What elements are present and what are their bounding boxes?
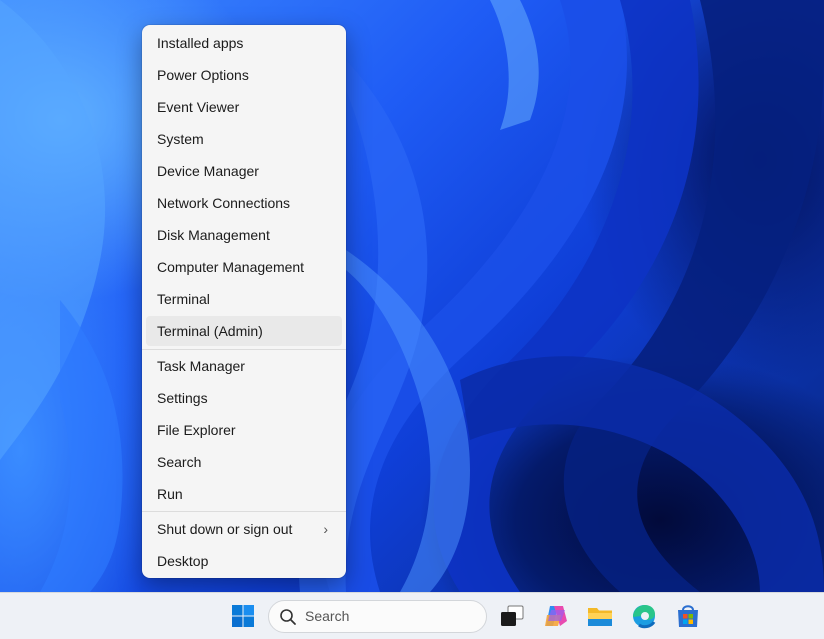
menu-item-settings[interactable]: Settings (146, 383, 342, 413)
start-button[interactable] (228, 601, 258, 631)
menu-item-label: Device Manager (157, 163, 259, 179)
task-view-icon (501, 605, 524, 626)
menu-item-label: System (157, 131, 204, 147)
menu-item-label: Task Manager (157, 358, 245, 374)
desktop-wallpaper (0, 0, 824, 592)
search-placeholder: Search (305, 608, 350, 624)
taskbar: Search (0, 592, 824, 639)
search-icon (280, 609, 296, 625)
wallpaper-bloom-art (0, 0, 824, 592)
menu-item-label: Computer Management (157, 259, 305, 275)
file-explorer-button[interactable] (585, 601, 615, 631)
chevron-right-icon: › (323, 521, 328, 537)
microsoft-store-button[interactable] (673, 601, 703, 631)
menu-item-terminal[interactable]: Terminal (146, 284, 342, 314)
menu-item-label: Desktop (157, 553, 209, 569)
menu-item-label: Network Connections (157, 195, 291, 211)
menu-item-computer-management[interactable]: Computer Management (146, 252, 342, 282)
menu-item-run[interactable]: Run (146, 479, 342, 509)
windows-start-icon (232, 605, 254, 627)
menu-item-desktop[interactable]: Desktop (146, 546, 342, 576)
taskbar-search-box[interactable]: Search (268, 600, 487, 633)
menu-item-label: File Explorer (157, 422, 236, 438)
menu-item-network-connections[interactable]: Network Connections (146, 188, 342, 218)
menu-item-label: Terminal (157, 291, 210, 307)
menu-item-label: Search (157, 454, 202, 470)
menu-item-file-explorer[interactable]: File Explorer (146, 415, 342, 445)
menu-item-installed-apps[interactable]: Installed apps (146, 28, 342, 58)
menu-item-device-manager[interactable]: Device Manager (146, 156, 342, 186)
file-explorer-icon (588, 608, 612, 626)
menu-item-label: Power Options (157, 67, 249, 83)
menu-item-label: Disk Management (157, 227, 270, 243)
edge-icon (633, 605, 656, 629)
copilot-button[interactable] (541, 601, 571, 631)
copilot-icon (545, 606, 567, 626)
menu-item-terminal-admin[interactable]: Terminal (Admin) (146, 316, 342, 346)
menu-item-label: Installed apps (157, 35, 244, 51)
edge-button[interactable] (629, 601, 659, 631)
menu-item-power-options[interactable]: Power Options (146, 60, 342, 90)
menu-item-event-viewer[interactable]: Event Viewer (146, 92, 342, 122)
menu-item-label: Shut down or sign out (157, 521, 293, 537)
menu-item-search[interactable]: Search (146, 447, 342, 477)
menu-item-shut-down-or-sign-out[interactable]: Shut down or sign out › (146, 514, 342, 544)
menu-item-label: Terminal (Admin) (157, 323, 263, 339)
menu-item-task-manager[interactable]: Task Manager (146, 351, 342, 381)
winx-context-menu: Installed apps Power Options Event Viewe… (142, 25, 346, 578)
menu-separator (142, 349, 346, 350)
microsoft-store-icon (678, 605, 698, 627)
task-view-button[interactable] (497, 601, 527, 631)
menu-item-label: Event Viewer (157, 99, 240, 115)
menu-item-label: Settings (157, 390, 208, 406)
menu-item-system[interactable]: System (146, 124, 342, 154)
menu-item-disk-management[interactable]: Disk Management (146, 220, 342, 250)
menu-item-label: Run (157, 486, 183, 502)
menu-separator (142, 511, 346, 512)
